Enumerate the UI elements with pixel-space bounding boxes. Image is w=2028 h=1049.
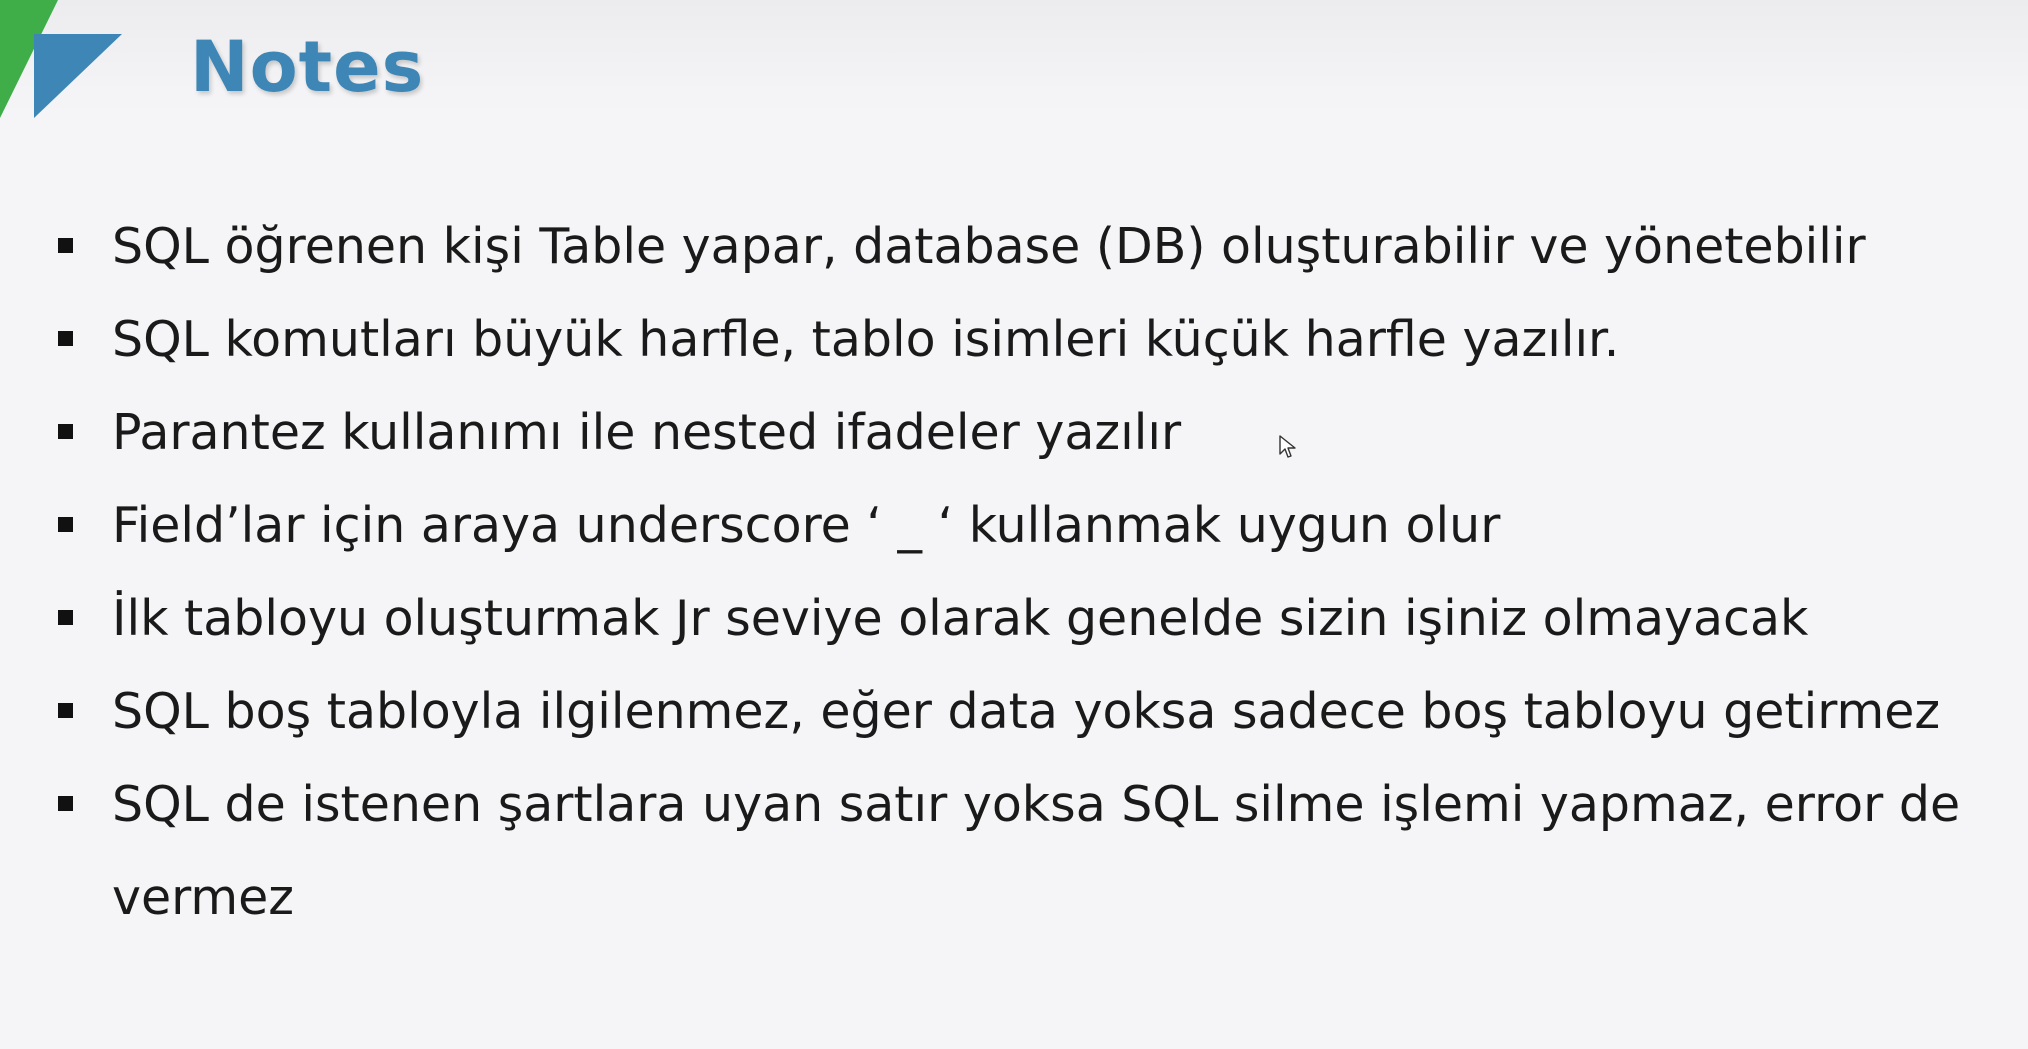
brand-logo-icon	[0, 0, 122, 118]
note-item: Parantez kullanımı ile nested ifadeler y…	[54, 386, 1984, 479]
note-item: SQL öğrenen kişi Table yapar, database (…	[54, 200, 1984, 293]
note-item: SQL de istenen şartlara uyan satır yoksa…	[54, 758, 1984, 944]
note-text: SQL boş tabloyla ilgilenmez, eğer data y…	[112, 683, 1941, 740]
slide-title: Notes	[190, 26, 425, 108]
bullet-icon	[58, 424, 73, 439]
note-text: Field’lar için araya underscore ‘ _ ‘ ku…	[112, 497, 1501, 554]
note-text: Parantez kullanımı ile nested ifadeler y…	[112, 404, 1182, 461]
note-item: SQL boş tabloyla ilgilenmez, eğer data y…	[54, 665, 1984, 758]
bullet-icon	[58, 331, 73, 346]
note-item: İlk tabloyu oluşturmak Jr seviye olarak …	[54, 572, 1984, 665]
note-item: Field’lar için araya underscore ‘ _ ‘ ku…	[54, 479, 1984, 572]
note-text: SQL öğrenen kişi Table yapar, database (…	[112, 218, 1866, 275]
note-text: SQL de istenen şartlara uyan satır yoksa…	[112, 776, 1961, 926]
note-text: SQL komutları büyük harfle, tablo isimle…	[112, 311, 1620, 368]
bullet-icon	[58, 238, 73, 253]
notes-list: SQL öğrenen kişi Table yapar, database (…	[54, 200, 1984, 944]
note-text: İlk tabloyu oluşturmak Jr seviye olarak …	[112, 590, 1809, 647]
mouse-pointer-icon	[1279, 435, 1296, 458]
note-item: SQL komutları büyük harfle, tablo isimle…	[54, 293, 1984, 386]
bullet-icon	[58, 610, 73, 625]
bullet-icon	[58, 796, 73, 811]
bullet-icon	[58, 703, 73, 718]
bullet-icon	[58, 517, 73, 532]
